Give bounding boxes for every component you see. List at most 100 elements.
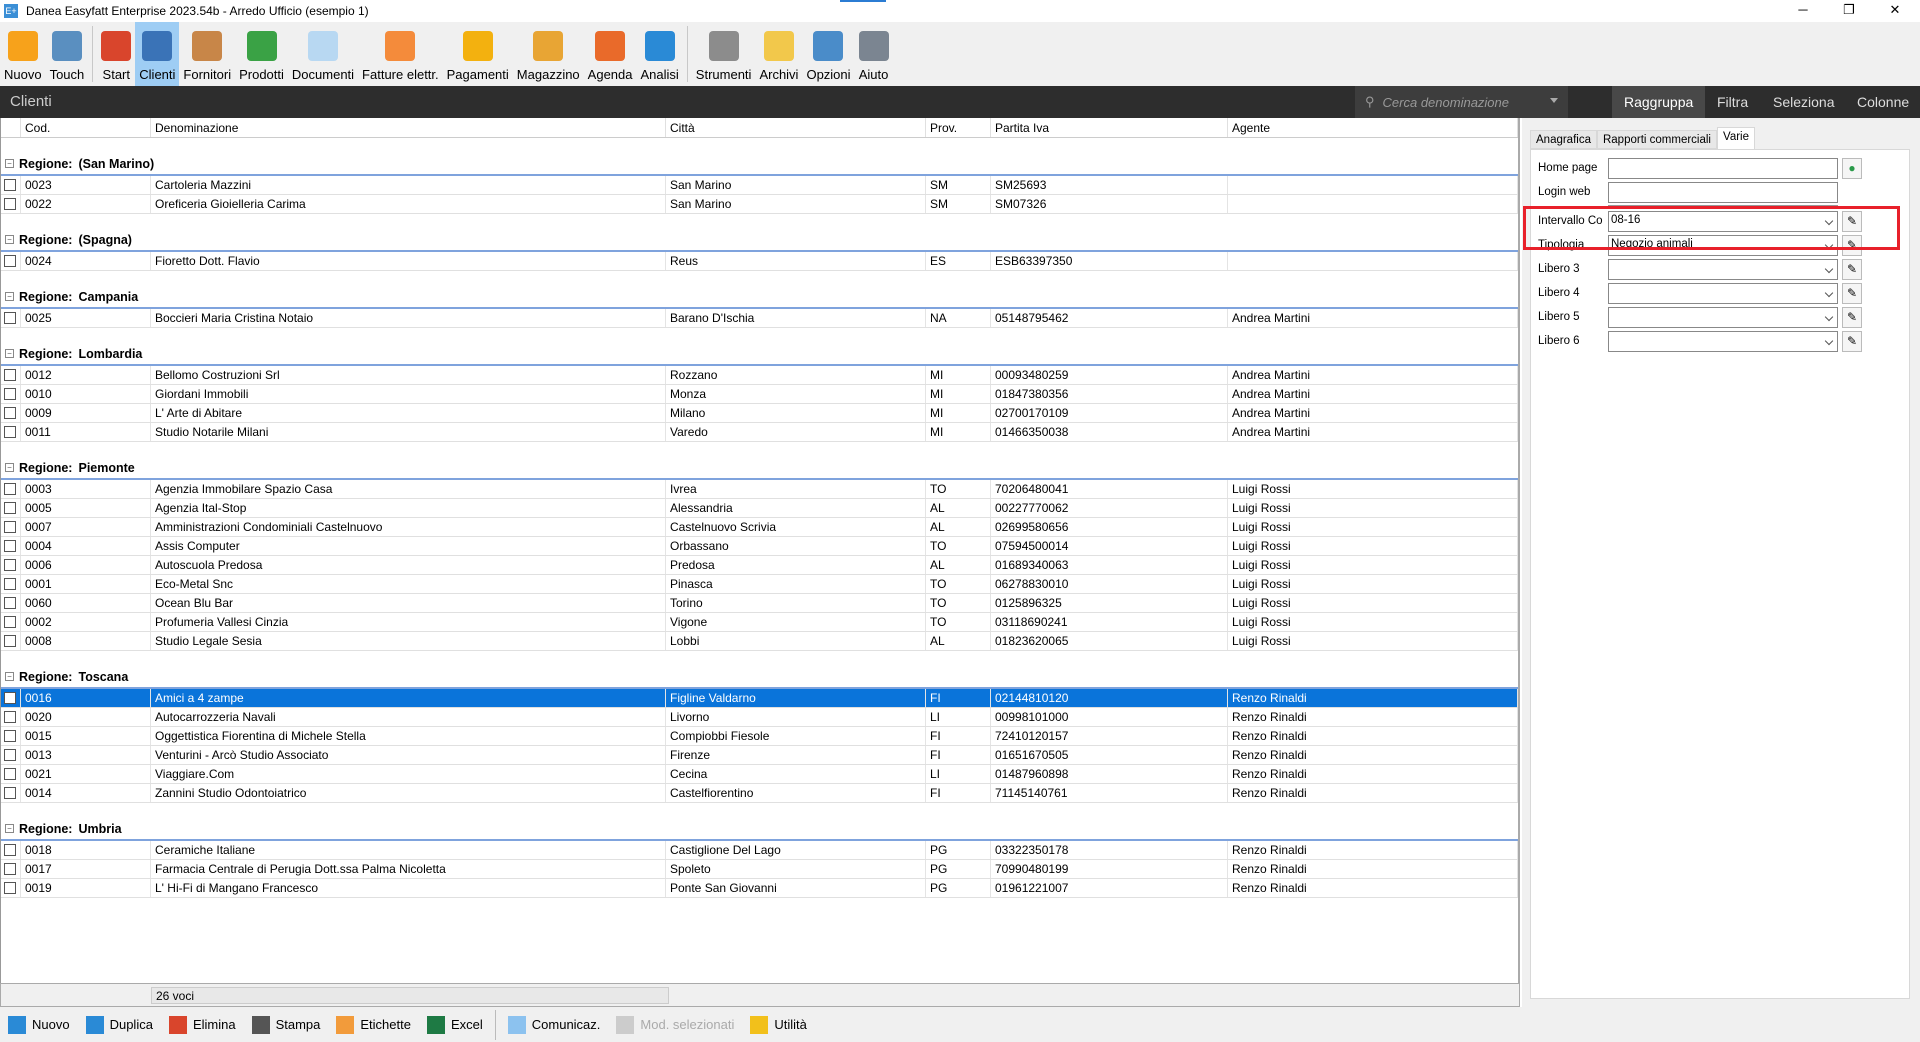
close-button[interactable]: ✕ xyxy=(1872,0,1918,22)
toolbar-documenti-button[interactable]: Documenti xyxy=(288,22,358,86)
group-header[interactable]: − Regione: (San Marino) xyxy=(1,138,1518,176)
table-row[interactable]: 0005 Agenzia Ital-Stop Alessandria AL 002277… xyxy=(1,499,1518,518)
table-row[interactable]: 0021 Viaggiare.Com Cecina LI 01487960898 Renz… xyxy=(1,765,1518,784)
row-checkbox[interactable] xyxy=(4,426,16,438)
toolbar-analisi-button[interactable]: Analisi xyxy=(637,22,683,86)
colonne-button[interactable]: Colonne xyxy=(1845,86,1920,118)
table-row[interactable]: 0017 Farmacia Centrale di Perugia Dott.ss… xyxy=(1,860,1518,879)
chevron-down-icon[interactable] xyxy=(1824,312,1834,322)
seleziona-button[interactable]: Seleziona xyxy=(1761,86,1847,118)
table-row[interactable]: 0025 Boccieri Maria Cristina Notaio Barano… xyxy=(1,309,1518,328)
bottom-etichette-button[interactable]: Etichette xyxy=(328,1010,419,1040)
table-row[interactable]: 0004 Assis Computer Orbassano TO 07594500014… xyxy=(1,537,1518,556)
row-checkbox[interactable] xyxy=(4,559,16,571)
group-header[interactable]: − Regione: Toscana xyxy=(1,651,1518,689)
edit-list-icon[interactable]: ✎ xyxy=(1842,283,1862,304)
table-row[interactable]: 0008 Studio Legale Sesia Lobbi AL 0182362006… xyxy=(1,632,1518,651)
table-row[interactable]: 0020 Autocarrozzeria Navali Livorno LI 00998… xyxy=(1,708,1518,727)
filtra-button[interactable]: Filtra xyxy=(1705,86,1760,118)
minimize-button[interactable]: ─ xyxy=(1780,0,1826,22)
row-checkbox[interactable] xyxy=(4,768,16,780)
row-checkbox[interactable] xyxy=(4,502,16,514)
col-partita-iva[interactable]: Partita Iva xyxy=(991,118,1228,137)
group-header[interactable]: − Regione: Lombardia xyxy=(1,328,1518,366)
tab-rapporti-commerciali[interactable]: Rapporti commerciali xyxy=(1596,130,1717,149)
tab-anagrafica[interactable]: Anagrafica xyxy=(1530,130,1597,149)
table-row[interactable]: 0013 Venturini - Arcò Studio Associato Fir… xyxy=(1,746,1518,765)
table-row[interactable]: 0006 Autoscuola Predosa Predosa AL 016893400… xyxy=(1,556,1518,575)
row-checkbox[interactable] xyxy=(4,597,16,609)
table-row[interactable]: 0060 Ocean Blu Bar Torino TO 0125896325 Luigi… xyxy=(1,594,1518,613)
row-checkbox[interactable] xyxy=(4,635,16,647)
toolbar-fornitori-button[interactable]: Fornitori xyxy=(179,22,235,86)
collapse-icon[interactable]: − xyxy=(5,463,14,472)
toolbar-start-button[interactable]: Start xyxy=(97,22,135,86)
row-checkbox[interactable] xyxy=(4,483,16,495)
chevron-down-icon[interactable] xyxy=(1824,288,1834,298)
row-checkbox[interactable] xyxy=(4,388,16,400)
login-web-input[interactable] xyxy=(1608,182,1838,203)
combo-select[interactable] xyxy=(1608,307,1838,328)
toolbar-magazzino-button[interactable]: Magazzino xyxy=(513,22,584,86)
col-citta[interactable]: Città xyxy=(666,118,926,137)
edit-list-icon[interactable]: ✎ xyxy=(1842,307,1862,328)
group-header[interactable]: − Regione: Piemonte xyxy=(1,442,1518,480)
chevron-down-icon[interactable] xyxy=(1824,336,1834,346)
table-row[interactable]: 0014 Zannini Studio Odontoiatrico Castelfi… xyxy=(1,784,1518,803)
toolbar-aiuto-button[interactable]: Aiuto xyxy=(855,22,893,86)
row-checkbox[interactable] xyxy=(4,749,16,761)
search-input[interactable]: ⚲ Cerca denominazione xyxy=(1355,86,1568,118)
table-row[interactable]: 0001 Eco-Metal Snc Pinasca TO 06278830010 Lui… xyxy=(1,575,1518,594)
toolbar-agenda-button[interactable]: Agenda xyxy=(584,22,637,86)
toolbar-prodotti-button[interactable]: Prodotti xyxy=(235,22,288,86)
row-checkbox[interactable] xyxy=(4,578,16,590)
collapse-icon[interactable]: − xyxy=(5,292,14,301)
combo-select[interactable] xyxy=(1608,283,1838,304)
col-agente[interactable]: Agente xyxy=(1228,118,1518,137)
row-checkbox[interactable] xyxy=(4,692,16,704)
toolbar-clienti-button[interactable]: Clienti xyxy=(135,22,180,86)
bottom-excel-button[interactable]: Excel xyxy=(419,1010,491,1040)
group-header[interactable]: − Regione: Umbria xyxy=(1,803,1518,841)
bottom-elimina-button[interactable]: Elimina xyxy=(161,1010,244,1040)
row-checkbox[interactable] xyxy=(4,616,16,628)
row-checkbox[interactable] xyxy=(4,540,16,552)
table-row[interactable]: 0011 Studio Notarile Milani Varedo MI 014663… xyxy=(1,423,1518,442)
col-cod[interactable]: Cod. xyxy=(21,118,151,137)
row-checkbox[interactable] xyxy=(4,255,16,267)
table-row[interactable]: 0016 Amici a 4 zampe Figline Valdarno FI 021… xyxy=(1,689,1518,708)
bottom-comunicaz-button[interactable]: Comunicaz. xyxy=(500,1010,609,1040)
row-checkbox[interactable] xyxy=(4,730,16,742)
table-row[interactable]: 0024 Fioretto Dott. Flavio Reus ES ESB633973… xyxy=(1,252,1518,271)
home-page-input[interactable] xyxy=(1608,158,1838,179)
combo-select[interactable] xyxy=(1608,259,1838,280)
table-row[interactable]: 0019 L' Hi-Fi di Mangano Francesco Ponte S… xyxy=(1,879,1518,898)
collapse-icon[interactable]: − xyxy=(5,824,14,833)
table-row[interactable]: 0022 Oreficeria Gioielleria Carima San Mar… xyxy=(1,195,1518,214)
row-checkbox[interactable] xyxy=(4,844,16,856)
table-row[interactable]: 0003 Agenzia Immobilare Spazio Casa Ivrea T… xyxy=(1,480,1518,499)
combo-select[interactable] xyxy=(1608,331,1838,352)
row-checkbox[interactable] xyxy=(4,312,16,324)
table-row[interactable]: 0010 Giordani Immobili Monza MI 01847380356 A… xyxy=(1,385,1518,404)
edit-list-icon[interactable]: ✎ xyxy=(1842,259,1862,280)
tab-varie[interactable]: Varie xyxy=(1717,127,1755,149)
table-row[interactable]: 0012 Bellomo Costruzioni Srl Rozzano MI 0009… xyxy=(1,366,1518,385)
toolbar-strumenti-button[interactable]: Strumenti xyxy=(692,22,756,86)
row-checkbox[interactable] xyxy=(4,369,16,381)
toolbar-fatture-elettr-button[interactable]: Fatture elettr. xyxy=(358,22,443,86)
row-checkbox[interactable] xyxy=(4,198,16,210)
row-checkbox[interactable] xyxy=(4,407,16,419)
search-dropdown-icon[interactable] xyxy=(1550,98,1558,107)
globe-icon[interactable]: ● xyxy=(1842,158,1862,179)
toolbar-archivi-button[interactable]: Archivi xyxy=(755,22,802,86)
toolbar-opzioni-button[interactable]: Opzioni xyxy=(802,22,854,86)
bottom-duplica-button[interactable]: Duplica xyxy=(78,1010,161,1040)
col-denominazione[interactable]: Denominazione xyxy=(151,118,666,137)
edit-list-icon[interactable]: ✎ xyxy=(1842,331,1862,352)
group-header[interactable]: − Regione: (Spagna) xyxy=(1,214,1518,252)
row-checkbox[interactable] xyxy=(4,882,16,894)
bottom-nuovo-button[interactable]: Nuovo xyxy=(0,1010,78,1040)
row-checkbox[interactable] xyxy=(4,711,16,723)
collapse-icon[interactable]: − xyxy=(5,235,14,244)
